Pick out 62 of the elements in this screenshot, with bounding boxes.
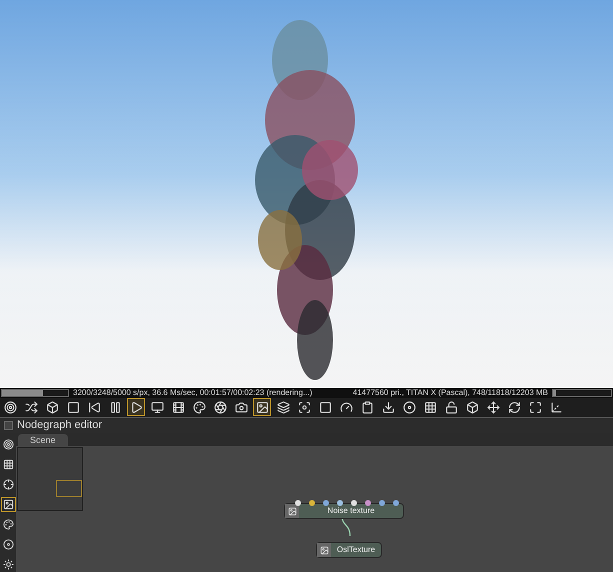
gauge-icon bbox=[340, 400, 352, 414]
shuffle-icon bbox=[24, 400, 38, 414]
toolbar-button[interactable] bbox=[253, 398, 271, 416]
render-stats-text: 3200/3248/5000 s/px, 36.6 Ms/sec, 00:01:57/00:02:23 (rendering...) bbox=[73, 388, 312, 397]
disc-icon bbox=[2, 539, 14, 550]
toolbar-button[interactable] bbox=[127, 398, 145, 416]
panel-title: Nodegraph editor bbox=[17, 418, 102, 434]
fullscreen-icon bbox=[528, 400, 542, 414]
palette-icon bbox=[2, 519, 14, 530]
rotate-icon bbox=[508, 400, 520, 414]
film-icon bbox=[172, 400, 184, 414]
download-icon bbox=[382, 400, 394, 414]
target-icon bbox=[4, 400, 16, 414]
cube-icon bbox=[466, 400, 478, 414]
input-pin[interactable] bbox=[365, 500, 371, 506]
input-pin[interactable] bbox=[295, 500, 301, 506]
sun-icon bbox=[2, 559, 14, 570]
move-icon bbox=[486, 400, 500, 414]
side-tool-button[interactable] bbox=[0, 477, 16, 492]
square-icon bbox=[318, 400, 332, 414]
palette-icon bbox=[192, 400, 206, 414]
side-tool-button[interactable] bbox=[0, 497, 16, 512]
axes-icon bbox=[550, 400, 562, 414]
node-label: Noise texture bbox=[326, 505, 376, 517]
layers-icon bbox=[276, 400, 290, 414]
play-icon bbox=[130, 400, 142, 414]
node-type-icon bbox=[285, 504, 299, 518]
side-tool-button[interactable] bbox=[0, 557, 16, 572]
node-label: OslTexture bbox=[336, 544, 376, 556]
unlock-icon bbox=[444, 400, 458, 414]
focus-icon bbox=[298, 400, 310, 414]
minimap-viewport bbox=[56, 480, 82, 497]
aperture-icon bbox=[214, 400, 226, 414]
monitor-icon bbox=[150, 400, 164, 414]
stop-icon bbox=[66, 400, 80, 414]
graph-node[interactable]: Noise texture bbox=[284, 503, 404, 519]
image-icon bbox=[256, 400, 268, 414]
grid-icon bbox=[2, 459, 14, 470]
pause-icon bbox=[108, 400, 122, 414]
camera-icon bbox=[234, 400, 248, 414]
graph-tab[interactable]: Scene bbox=[18, 434, 68, 446]
disc-icon bbox=[402, 400, 416, 414]
crosshair-icon bbox=[2, 479, 14, 490]
graph-node[interactable]: OslTexture bbox=[316, 542, 382, 558]
input-pin[interactable] bbox=[337, 500, 343, 506]
side-tool-button[interactable] bbox=[0, 537, 16, 552]
clipboard-icon bbox=[360, 400, 374, 414]
target-icon bbox=[2, 439, 14, 450]
node-type-icon bbox=[317, 543, 331, 557]
side-tool-button[interactable] bbox=[0, 517, 16, 532]
grid-icon bbox=[424, 400, 436, 414]
device-stats-text: 41477560 pri., TITAN X (Pascal), 748/11818/12203 MB bbox=[352, 388, 548, 397]
input-pin[interactable] bbox=[323, 500, 329, 506]
input-pin[interactable] bbox=[393, 500, 399, 506]
input-pin[interactable] bbox=[379, 500, 385, 506]
rewind-icon bbox=[88, 400, 100, 414]
side-tool-button[interactable] bbox=[0, 437, 16, 452]
image-icon bbox=[2, 499, 14, 510]
cube-icon bbox=[46, 400, 58, 414]
panel-checkbox[interactable] bbox=[4, 421, 13, 430]
input-pin[interactable] bbox=[351, 500, 357, 506]
input-pin[interactable] bbox=[309, 500, 315, 506]
